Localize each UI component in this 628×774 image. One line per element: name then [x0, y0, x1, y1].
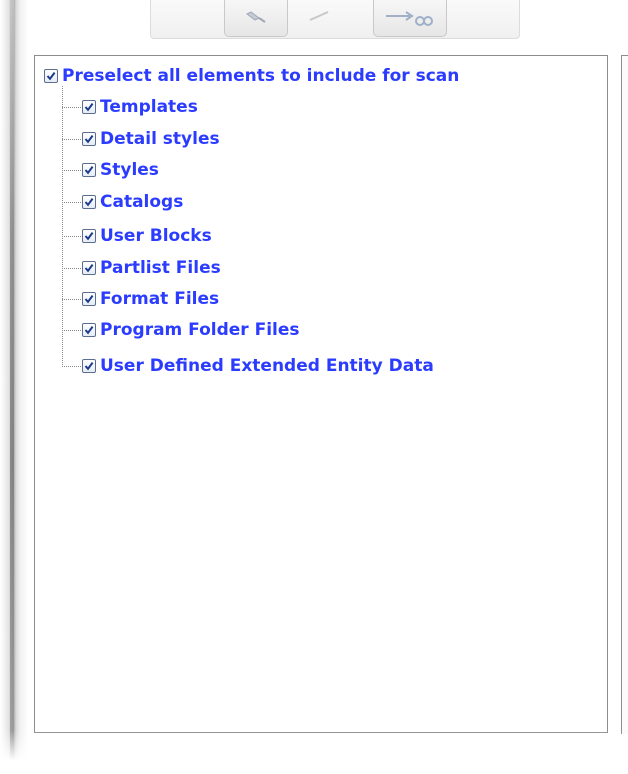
tree-connector: [62, 330, 81, 331]
checkbox-program-folder-files[interactable]: [82, 323, 96, 337]
element-tree[interactable]: Preselect all elements to include for sc…: [34, 55, 608, 733]
checkbox-detail-styles[interactable]: [82, 132, 96, 146]
checkbox-catalogs[interactable]: [82, 195, 96, 209]
checkmark-icon: [84, 295, 94, 304]
tree-node-catalogs[interactable]: Catalogs: [82, 191, 183, 213]
tree-node-user-defined-extended-entity-data[interactable]: User Defined Extended Entity Data: [82, 355, 434, 377]
tree-connector: [62, 366, 81, 367]
tree-connector: [62, 268, 81, 269]
tree-connector: [62, 236, 81, 237]
checkbox-user-blocks[interactable]: [82, 229, 96, 243]
tree-node-styles[interactable]: Styles: [82, 159, 159, 181]
link-icon: [386, 11, 433, 26]
tree-node-label: Catalogs: [100, 192, 184, 212]
checkbox-templates[interactable]: [82, 100, 96, 114]
checkmark-icon: [84, 264, 94, 273]
checkmark-icon: [46, 72, 56, 81]
checkmark-icon: [84, 103, 94, 112]
tree-node-partlist-files[interactable]: Partlist Files: [82, 257, 221, 279]
checkbox-user-defined-extended-entity-data[interactable]: [82, 359, 96, 373]
checkmark-icon: [84, 166, 94, 175]
checkbox-partlist-files[interactable]: [82, 261, 96, 275]
tree-node-label: User Blocks: [100, 226, 212, 246]
tree-node-label: User Defined Extended Entity Data: [100, 356, 434, 376]
checkbox-root[interactable]: [44, 69, 58, 83]
tree-node-format-files[interactable]: Format Files: [82, 288, 219, 310]
side-panel: [621, 55, 628, 734]
checkmark-icon: [84, 198, 94, 207]
tree-connector: [62, 299, 81, 300]
checkbox-styles[interactable]: [82, 163, 96, 177]
tree-node-detail-styles[interactable]: Detail styles: [82, 128, 220, 150]
tree-node-label: Detail styles: [100, 129, 220, 149]
tree-node-program-folder-files[interactable]: Program Folder Files: [82, 319, 300, 341]
tree-root-label: Preselect all elements to include for sc…: [62, 66, 460, 86]
tree-node-label: Styles: [100, 160, 159, 180]
tree-connector-vertical: [62, 86, 63, 367]
tree-connector: [62, 139, 81, 140]
arrow-icon: [309, 11, 329, 21]
window-left-edge: [0, 0, 28, 774]
checkmark-icon: [84, 232, 94, 241]
tree-connector: [62, 202, 81, 203]
tree-root-node[interactable]: Preselect all elements to include for sc…: [44, 65, 459, 87]
checkbox-format-files[interactable]: [82, 292, 96, 306]
toolbar-button-arrow[interactable]: [299, 0, 343, 36]
tree-node-label: Program Folder Files: [100, 320, 300, 340]
toolbar-button-link[interactable]: [373, 0, 447, 37]
tree-connector: [62, 170, 81, 171]
checkmark-icon: [84, 326, 94, 335]
tree-node-label: Format Files: [100, 289, 220, 309]
checkmark-icon: [84, 362, 94, 371]
tree-connector: [62, 107, 81, 108]
tree-node-user-blocks[interactable]: User Blocks: [82, 225, 212, 247]
window-bottom-fade: [0, 730, 628, 774]
checkmark-icon: [84, 135, 94, 144]
tree-node-label: Templates: [100, 97, 198, 117]
toolbar-button-pencil[interactable]: [224, 0, 288, 37]
pencil-icon: [246, 11, 266, 23]
tree-node-templates[interactable]: Templates: [82, 96, 198, 118]
toolbar: [150, 0, 520, 39]
tree-node-label: Partlist Files: [100, 258, 221, 278]
